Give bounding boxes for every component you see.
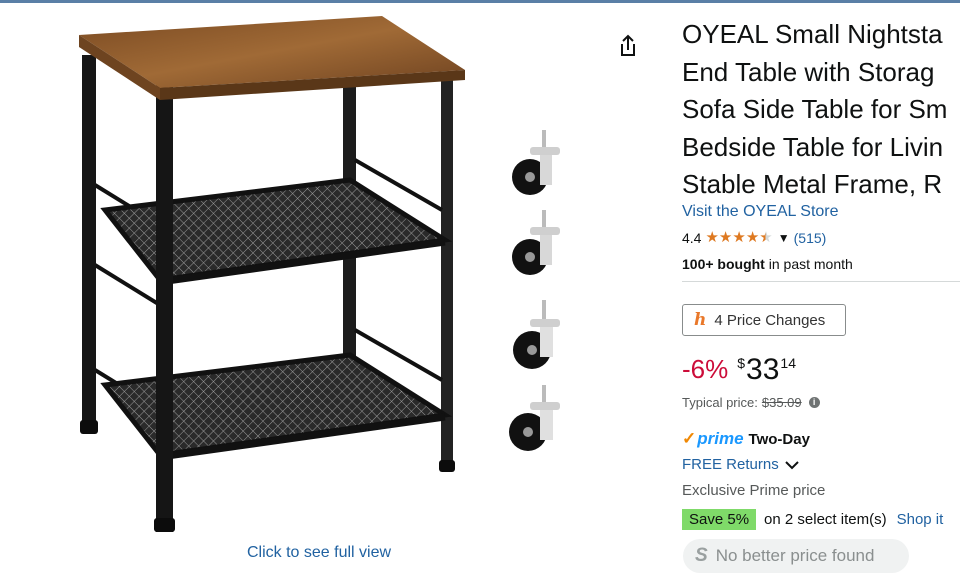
price-fraction: 14 bbox=[780, 355, 796, 371]
prime-delivery: ✓ prime Two-Day bbox=[682, 429, 810, 449]
chevron-down-icon bbox=[784, 460, 799, 469]
prime-logo: prime bbox=[697, 429, 744, 448]
free-returns-link[interactable]: FREE Returns bbox=[682, 456, 799, 473]
exclusive-prime-price: Exclusive Prime price bbox=[682, 482, 826, 499]
no-better-price-label: No better price found bbox=[715, 546, 875, 565]
star-icon: ★ bbox=[732, 229, 746, 246]
share-button[interactable] bbox=[613, 31, 643, 61]
no-better-price-pill[interactable]: S No better price found bbox=[683, 539, 909, 573]
free-returns-label: FREE Returns bbox=[682, 456, 779, 473]
price-currency: $ bbox=[737, 355, 746, 371]
promo-row: Save 5% on 2 select item(s) Shop it bbox=[682, 509, 943, 530]
prime-check-icon: ✓ bbox=[682, 429, 697, 448]
chevron-down-icon[interactable]: ▼ bbox=[778, 231, 790, 245]
title-line: Sofa Side Table for Sm bbox=[682, 94, 948, 124]
bought-bold: 100+ bought bbox=[682, 256, 765, 272]
typical-price-label: Typical price: bbox=[682, 395, 758, 410]
shop-items-link[interactable]: Shop it bbox=[897, 511, 944, 528]
price-whole: 33 bbox=[746, 353, 780, 386]
keepa-h-icon: h bbox=[694, 310, 707, 330]
divider bbox=[682, 281, 960, 282]
title-line: Stable Metal Frame, R bbox=[682, 169, 943, 199]
prime-speed: Two-Day bbox=[748, 430, 810, 448]
promo-text: on 2 select item(s) bbox=[764, 511, 887, 528]
rating-row: 4.4 ★ ★ ★ ★ ★ ▼ (515) bbox=[682, 230, 827, 247]
bought-rest: in past month bbox=[764, 256, 853, 272]
star-icon: ★ bbox=[705, 229, 719, 246]
title-line: End Table with Storag bbox=[682, 56, 935, 87]
price-changes-label: 4 Price Changes bbox=[714, 311, 826, 329]
title-line: Bedside Table for Livin bbox=[682, 131, 944, 162]
product-title: OYEAL Small Nightsta End Table with Stor… bbox=[682, 16, 960, 204]
s-logo-icon: S bbox=[695, 545, 708, 566]
full-view-link[interactable]: Click to see full view bbox=[247, 544, 391, 562]
title-line: OYEAL Small Nightsta bbox=[682, 19, 943, 49]
star-rating[interactable]: ★ ★ ★ ★ ★ bbox=[705, 230, 772, 246]
rating-value: 4.4 bbox=[682, 230, 702, 246]
info-icon[interactable]: i bbox=[808, 397, 820, 408]
save-badge: Save 5% bbox=[682, 509, 757, 530]
product-image[interactable] bbox=[60, 10, 510, 540]
store-link[interactable]: Visit the OYEAL Store bbox=[682, 203, 839, 221]
caster-wheels-image bbox=[509, 130, 560, 451]
bought-count: 100+ bought in past month bbox=[682, 256, 853, 272]
top-border bbox=[0, 0, 960, 3]
half-star-icon: ★ bbox=[759, 229, 773, 246]
review-count-link[interactable]: (515) bbox=[794, 230, 827, 246]
price-changes-button[interactable]: h 4 Price Changes bbox=[682, 304, 846, 336]
price-row: -6% $ 33 14 bbox=[682, 352, 796, 388]
discount-percent: -6% bbox=[682, 354, 729, 384]
typical-price: Typical price: $35.09 i bbox=[682, 395, 820, 410]
star-icon: ★ bbox=[718, 229, 733, 246]
typical-price-value: $35.09 bbox=[761, 395, 802, 410]
share-icon bbox=[621, 34, 635, 56]
star-icon: ★ bbox=[745, 229, 760, 246]
